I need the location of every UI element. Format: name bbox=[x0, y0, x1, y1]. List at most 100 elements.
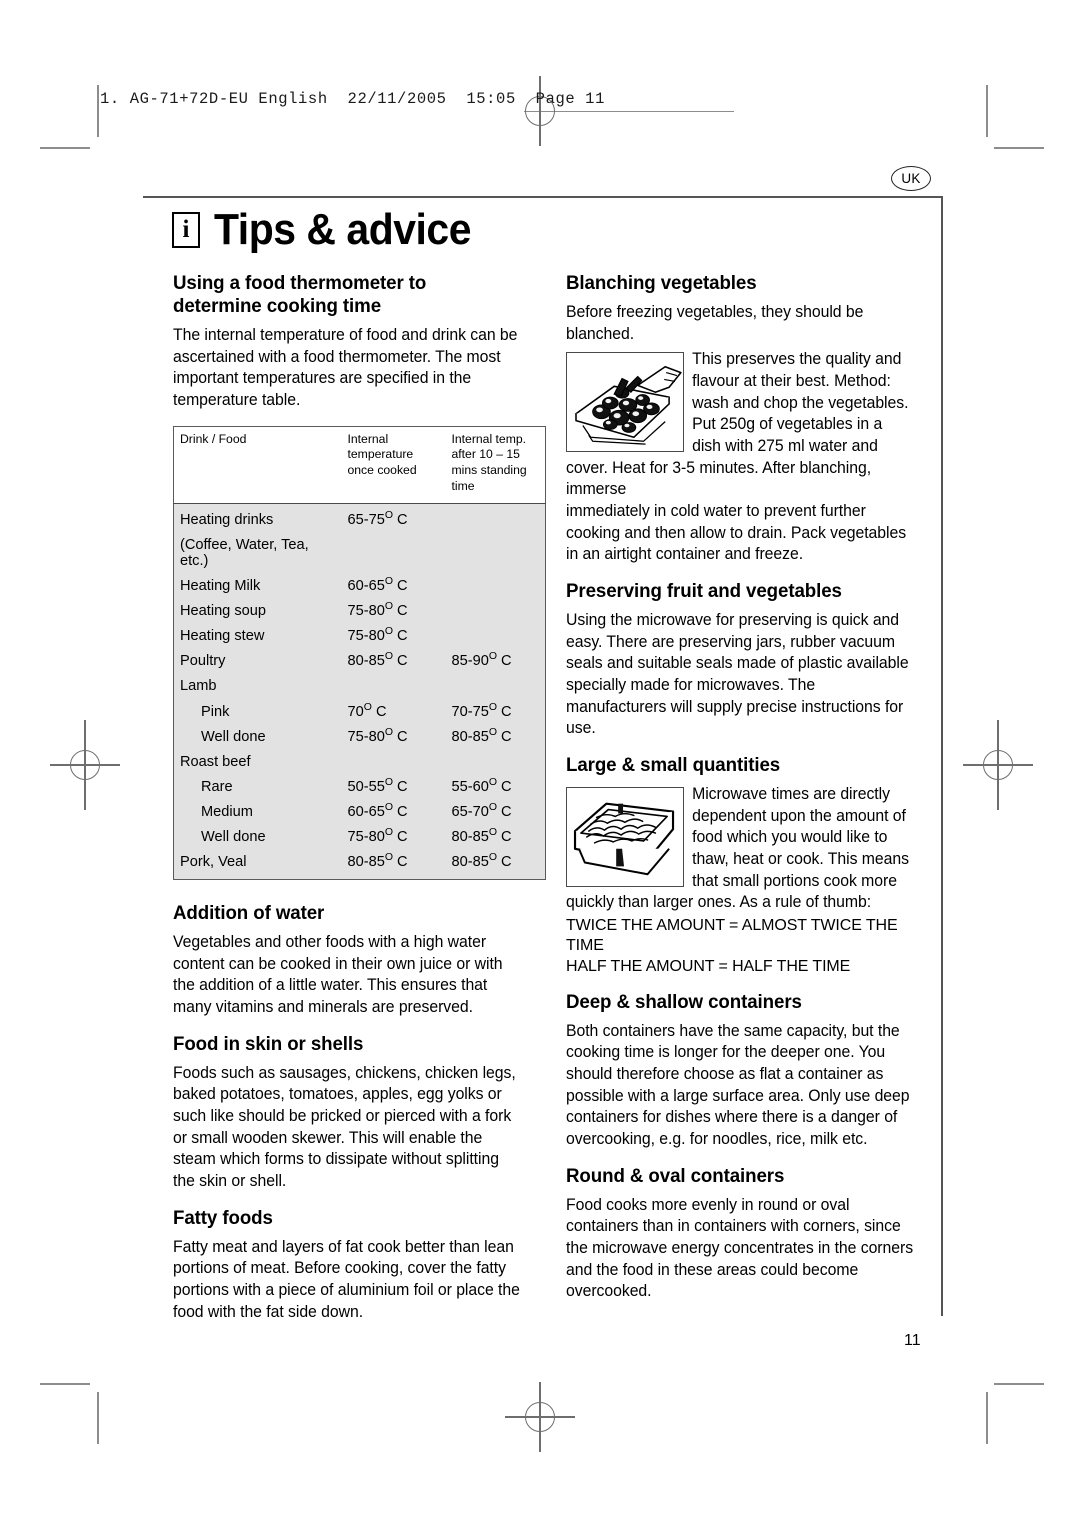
table-cell-standing-temp bbox=[445, 623, 546, 649]
table-row: Heating drinks 65-75O C bbox=[173, 503, 546, 533]
table-cell-standing-temp bbox=[445, 673, 546, 699]
temperature-table: Drink / Food Internal temperature once c… bbox=[173, 425, 546, 880]
registration-mark-bottom-center bbox=[505, 1382, 575, 1452]
info-icon: i bbox=[172, 212, 200, 248]
table-cell-standing-temp: 55-60O C bbox=[445, 774, 546, 800]
heading-preserving-fruit-and-vegetables: Preserving fruit and vegetables bbox=[566, 580, 842, 603]
heading-fatty-foods: Fatty foods bbox=[173, 1206, 273, 1229]
table-row: Well done 75-80O C 80-85O C bbox=[173, 724, 546, 750]
table-row: Heating Milk 60-65O C bbox=[173, 573, 546, 599]
table-cell-standing-temp bbox=[445, 573, 546, 599]
table-cell-food: (Coffee, Water, Tea, etc.) bbox=[173, 532, 342, 574]
table-cell-internal-temp bbox=[341, 749, 446, 775]
registration-mark-right-middle bbox=[963, 720, 1033, 810]
table-cell-standing-temp: 85-90O C bbox=[445, 648, 546, 674]
table-cell-internal-temp: 80-85O C bbox=[341, 648, 446, 674]
table-row: Roast beef bbox=[173, 749, 546, 775]
table-row: (Coffee, Water, Tea, etc.) bbox=[173, 532, 546, 574]
table-row: Heating soup 75-80O C bbox=[173, 598, 546, 624]
table-cell-standing-temp: 65-70O C bbox=[445, 799, 546, 825]
table-row: Lamb bbox=[173, 673, 546, 699]
table-cell-food: Heating Milk bbox=[173, 573, 342, 599]
table-cell-food: Heating soup bbox=[173, 598, 342, 624]
crop-mark-bottom-right-horizontal bbox=[994, 1383, 1044, 1385]
page-number: 11 bbox=[904, 1332, 921, 1349]
crop-mark-bottom-left-vertical bbox=[97, 1392, 99, 1444]
table-row: Heating stew 75-80O C bbox=[173, 623, 546, 649]
table-cell-internal-temp: 50-55O C bbox=[341, 774, 446, 800]
table-header-row: Drink / Food Internal temperature once c… bbox=[173, 426, 546, 505]
table-cell-standing-temp bbox=[445, 503, 546, 533]
locale-badge: UK bbox=[891, 166, 931, 191]
paragraph-deep-shallow: Both containers have the same capacity, … bbox=[566, 1021, 910, 1149]
paragraph-blanching-wrapped: This preserves the quality and flavour a… bbox=[566, 350, 909, 499]
table-cell-internal-temp: 75-80O C bbox=[341, 623, 446, 649]
table-cell-internal-temp: 80-85O C bbox=[341, 849, 446, 880]
table-cell-food: Heating drinks bbox=[173, 503, 342, 533]
temperature-table-body: Heating drinks 65-75O C (Coffee, Water, Te… bbox=[173, 503, 546, 880]
heading-round-oval-containers: Round & oval containers bbox=[566, 1164, 785, 1187]
paragraph-quantities-wrapped: Microwave times are directly dependent u… bbox=[566, 785, 909, 912]
crop-mark-top-left-vertical bbox=[97, 85, 99, 137]
table-cell-internal-temp: 75-80O C bbox=[341, 724, 446, 750]
table-cell-food: Rare bbox=[173, 774, 342, 800]
table-cell-internal-temp bbox=[341, 532, 446, 574]
table-cell-food: Poultry bbox=[173, 648, 342, 674]
table-header-standing: Internal temp. after 10 – 15 mins standi… bbox=[445, 426, 546, 505]
heading-deep-shallow-containers: Deep & shallow containers bbox=[566, 990, 802, 1013]
heading-food-thermometer: Using a food thermometer to determine co… bbox=[173, 272, 427, 317]
table-header-food: Drink / Food bbox=[173, 426, 342, 505]
right-margin-rule bbox=[941, 196, 943, 1316]
crop-mark-top-right-vertical bbox=[986, 85, 988, 137]
paragraph-preserving: Using the microwave for preserving is qu… bbox=[566, 611, 909, 738]
paragraph-addition-of-water: Vegetables and other foods with a high w… bbox=[173, 932, 503, 1016]
table-header-internal: Internal temperature once cooked bbox=[341, 426, 446, 505]
table-row: Poultry 80-85O C 85-90O C bbox=[173, 648, 546, 674]
crop-mark-bottom-left-horizontal bbox=[40, 1383, 90, 1385]
page-title: Tips & advice bbox=[214, 205, 472, 254]
table-cell-food: Heating stew bbox=[173, 623, 342, 649]
table-cell-standing-temp: 80-85O C bbox=[445, 824, 546, 850]
heading-food-in-skin-or-shells: Food in skin or shells bbox=[173, 1032, 364, 1055]
prepress-slug: 1. AG-71+72D-EU English 22/11/2005 15:05… bbox=[100, 90, 605, 108]
paragraph-blanching-continued: immediately in cold water to prevent fur… bbox=[566, 502, 907, 564]
table-cell-internal-temp: 70O C bbox=[341, 699, 446, 725]
table-row: Medium 60-65O C 65-70O C bbox=[173, 799, 546, 825]
crop-mark-top-left-horizontal bbox=[40, 147, 90, 149]
heading-addition-of-water: Addition of water bbox=[173, 901, 325, 924]
crop-mark-top-right-horizontal bbox=[994, 147, 1044, 149]
header-rule bbox=[143, 196, 943, 198]
table-row: Well done 75-80O C 80-85O C bbox=[173, 824, 546, 850]
table-cell-internal-temp: 60-65O C bbox=[341, 799, 446, 825]
table-row: Rare 50-55O C 55-60O C bbox=[173, 774, 546, 800]
table-cell-standing-temp: 80-85O C bbox=[445, 724, 546, 750]
heading-blanching-vegetables: Blanching vegetables bbox=[566, 272, 757, 294]
table-cell-food: Well done bbox=[173, 724, 342, 750]
table-cell-standing-temp bbox=[445, 749, 546, 775]
table-cell-food: Roast beef bbox=[173, 749, 342, 775]
table-cell-food: Well done bbox=[173, 824, 342, 850]
crop-mark-bottom-right-vertical bbox=[986, 1392, 988, 1444]
table-cell-standing-temp: 80-85O C bbox=[445, 849, 546, 880]
registration-mark-top-center bbox=[505, 76, 575, 146]
paragraph-food-in-skin-or-shells: Foods such as sausages, chickens, chicke… bbox=[173, 1063, 516, 1190]
paragraph-fatty-foods: Fatty meat and layers of fat cook better… bbox=[173, 1237, 520, 1321]
right-column: Blanching vegetables Before freezing veg… bbox=[566, 272, 926, 1313]
left-column: Using a food thermometer to determine co… bbox=[173, 272, 546, 1333]
table-cell-internal-temp: 60-65O C bbox=[341, 573, 446, 599]
table-cell-standing-temp: 70-75O C bbox=[445, 699, 546, 725]
table-cell-internal-temp: 65-75O C bbox=[341, 503, 446, 533]
table-cell-internal-temp: 75-80O C bbox=[341, 598, 446, 624]
paragraph-blanching-intro: Before freezing vegetables, they should … bbox=[566, 303, 864, 343]
rule-of-thumb-line-2: HALF THE AMOUNT = HALF THE TIME bbox=[566, 958, 851, 976]
registration-mark-left-middle bbox=[50, 720, 120, 810]
paragraph-round-oval: Food cooks more evenly in round or oval … bbox=[566, 1195, 914, 1301]
table-cell-food: Lamb bbox=[173, 673, 342, 699]
table-cell-food: Medium bbox=[173, 799, 342, 825]
table-row: Pork, Veal 80-85O C 80-85O C bbox=[173, 849, 546, 880]
page-title-row: i Tips & advice bbox=[172, 208, 490, 252]
table-cell-internal-temp: 75-80O C bbox=[341, 824, 446, 850]
table-cell-food: Pink bbox=[173, 699, 342, 725]
table-cell-internal-temp bbox=[341, 673, 446, 699]
paragraph-food-thermometer: The internal temperature of food and dri… bbox=[173, 326, 518, 410]
